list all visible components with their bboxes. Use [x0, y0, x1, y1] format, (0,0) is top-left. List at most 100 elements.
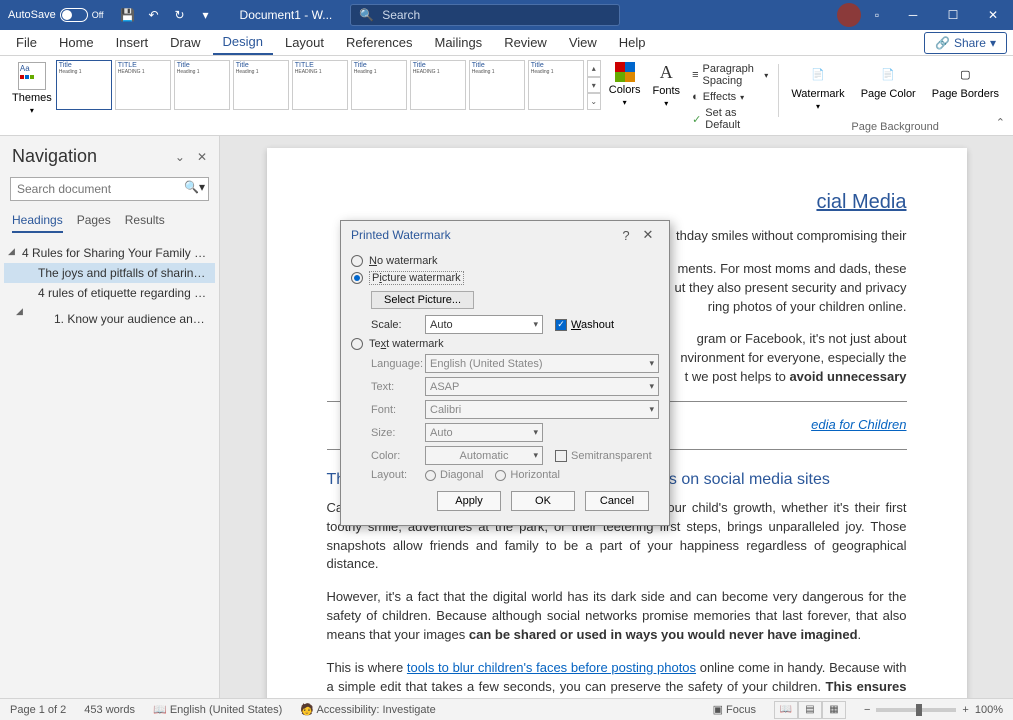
menu-references[interactable]: References: [336, 31, 422, 54]
zoom-in-button[interactable]: +: [962, 704, 968, 716]
menu-mailings[interactable]: Mailings: [425, 31, 493, 54]
nav-search[interactable]: 🔍▾: [10, 177, 209, 201]
ribbon-display-icon[interactable]: ▫: [869, 7, 885, 23]
gallery-more[interactable]: ⌄: [587, 93, 601, 110]
close-nav-icon[interactable]: ✕: [197, 150, 207, 164]
search-icon[interactable]: 🔍▾: [184, 180, 205, 194]
menu-review[interactable]: Review: [494, 31, 557, 54]
scale-label: Scale:: [371, 319, 421, 331]
text-watermark-radio[interactable]: Text watermark: [351, 336, 659, 352]
word-count[interactable]: 453 words: [84, 704, 135, 716]
redo-icon[interactable]: ↻: [172, 7, 188, 23]
gallery-item[interactable]: TITLEHEADING 1: [292, 60, 348, 110]
ok-button[interactable]: OK: [511, 491, 575, 511]
title-search[interactable]: 🔍 Search: [350, 4, 620, 26]
share-button[interactable]: 🔗 Share ▾: [924, 32, 1007, 54]
watermark-button[interactable]: 📄 Watermark ▾: [785, 60, 850, 113]
gallery-item[interactable]: TITLEHEADING 1: [115, 60, 171, 110]
gallery-down[interactable]: ▾: [587, 77, 601, 94]
page-indicator[interactable]: Page 1 of 2: [10, 704, 66, 716]
zoom-percent[interactable]: 100%: [975, 704, 1003, 716]
checkbox-icon: ✓: [555, 319, 567, 331]
user-avatar[interactable]: [837, 3, 861, 27]
close-button[interactable]: ✕: [973, 0, 1013, 30]
menu-bar: File Home Insert Draw Design Layout Refe…: [0, 30, 1013, 56]
maximize-button[interactable]: ☐: [933, 0, 973, 30]
scale-select[interactable]: Auto: [425, 315, 543, 334]
doc-link[interactable]: tools to blur children's faces before po…: [407, 660, 696, 675]
zoom-thumb[interactable]: [916, 704, 922, 716]
tree-item[interactable]: The joys and pitfalls of sharing yo...: [4, 263, 215, 283]
menu-help[interactable]: Help: [609, 31, 656, 54]
gallery-item[interactable]: TitleHEADING 1: [410, 60, 466, 110]
undo-icon[interactable]: ↶: [146, 7, 162, 23]
gallery-item[interactable]: TitleHeading 1: [233, 60, 289, 110]
nav-tab-results[interactable]: Results: [125, 213, 165, 233]
caret-icon[interactable]: ◢: [16, 306, 23, 309]
fonts-button[interactable]: A Fonts ▾: [649, 60, 685, 110]
print-layout-button[interactable]: ▤: [798, 701, 822, 719]
language-indicator[interactable]: 📖 English (United States): [153, 703, 282, 716]
close-dialog-button[interactable]: ✕: [637, 227, 659, 243]
set-default-button[interactable]: ✓Set as Default: [690, 106, 770, 132]
doc-link[interactable]: edia for Children: [811, 417, 906, 432]
menu-design[interactable]: Design: [213, 30, 273, 55]
cancel-button[interactable]: Cancel: [585, 491, 649, 511]
page-color-button[interactable]: 📄 Page Color: [855, 60, 922, 102]
gallery-up[interactable]: ▴: [587, 60, 601, 77]
doc-paragraph[interactable]: This is where tools to blur children's f…: [327, 659, 907, 698]
menu-insert[interactable]: Insert: [106, 31, 159, 54]
caret-icon[interactable]: ◢: [8, 246, 15, 257]
gallery-item[interactable]: TitleHeading 1: [56, 60, 112, 110]
doc-heading-1[interactable]: cial Media: [327, 188, 907, 217]
accessibility-indicator[interactable]: 🧑 Accessibility: Investigate: [300, 703, 435, 716]
gallery-item[interactable]: TitleHeading 1: [528, 60, 584, 110]
picture-watermark-radio[interactable]: Picture watermark: [351, 269, 659, 287]
no-watermark-radio[interactable]: NNo watermarko watermark: [351, 253, 659, 269]
gallery-item[interactable]: TitleHeading 1: [351, 60, 407, 110]
nav-title: Navigation: [12, 146, 175, 167]
menu-home[interactable]: Home: [49, 31, 104, 54]
collapse-ribbon-button[interactable]: ⌃: [996, 116, 1005, 129]
apply-button[interactable]: Apply: [437, 491, 501, 511]
customize-icon[interactable]: ▾: [198, 7, 214, 23]
menu-layout[interactable]: Layout: [275, 31, 334, 54]
checkbox-icon: ✓: [555, 450, 567, 462]
tree-item[interactable]: ◢4 Rules for Sharing Your Family Phot...: [4, 243, 215, 263]
doc-paragraph[interactable]: However, it's a fact that the digital wo…: [327, 588, 907, 645]
colors-button[interactable]: Colors ▾: [605, 60, 645, 109]
themes-button[interactable]: Aa Themes ▾: [8, 60, 56, 117]
effects-button[interactable]: ◐Effects▾: [690, 90, 770, 104]
web-layout-button[interactable]: ▦: [822, 701, 846, 719]
page-borders-icon: ▢: [953, 62, 977, 86]
ribbon: Aa Themes ▾ TitleHeading 1 TITLEHEADING …: [0, 56, 1013, 136]
minimize-button[interactable]: ─: [893, 0, 933, 30]
autosave-toggle[interactable]: AutoSave Off: [0, 8, 112, 22]
page-borders-button[interactable]: ▢ Page Borders: [926, 60, 1005, 102]
tree-item[interactable]: 4 rules of etiquette regarding sha...: [4, 283, 215, 303]
dialog-title-bar[interactable]: Printed Watermark ? ✕: [341, 221, 669, 249]
focus-button[interactable]: ▣ Focus: [713, 703, 756, 716]
menu-view[interactable]: View: [559, 31, 607, 54]
zoom-out-button[interactable]: −: [864, 704, 870, 716]
nav-search-input[interactable]: [10, 177, 209, 201]
tree-item[interactable]: 1. Know your audience and se...: [4, 309, 215, 329]
formatting-options: ≡Paragraph Spacing▾ ◐Effects▾ ✓Set as De…: [688, 60, 772, 134]
nav-tab-pages[interactable]: Pages: [77, 213, 111, 233]
collapse-icon[interactable]: ⌄: [175, 150, 185, 164]
paragraph-spacing-button[interactable]: ≡Paragraph Spacing▾: [690, 62, 770, 88]
read-mode-button[interactable]: 📖: [774, 701, 798, 719]
dialog-buttons: Apply OK Cancel: [351, 483, 659, 515]
toggle-switch[interactable]: [60, 8, 88, 22]
help-button[interactable]: ?: [615, 228, 637, 243]
select-picture-button[interactable]: Select Picture...: [371, 291, 474, 309]
style-gallery[interactable]: TitleHeading 1 TITLEHEADING 1 TitleHeadi…: [56, 60, 601, 110]
menu-file[interactable]: File: [6, 31, 47, 54]
gallery-item[interactable]: TitleHeading 1: [174, 60, 230, 110]
gallery-item[interactable]: TitleHeading 1: [469, 60, 525, 110]
nav-tab-headings[interactable]: Headings: [12, 213, 63, 233]
zoom-slider[interactable]: [876, 708, 956, 712]
save-icon[interactable]: 💾: [120, 7, 136, 23]
washout-checkbox[interactable]: ✓ Washout: [555, 319, 614, 331]
menu-draw[interactable]: Draw: [160, 31, 210, 54]
